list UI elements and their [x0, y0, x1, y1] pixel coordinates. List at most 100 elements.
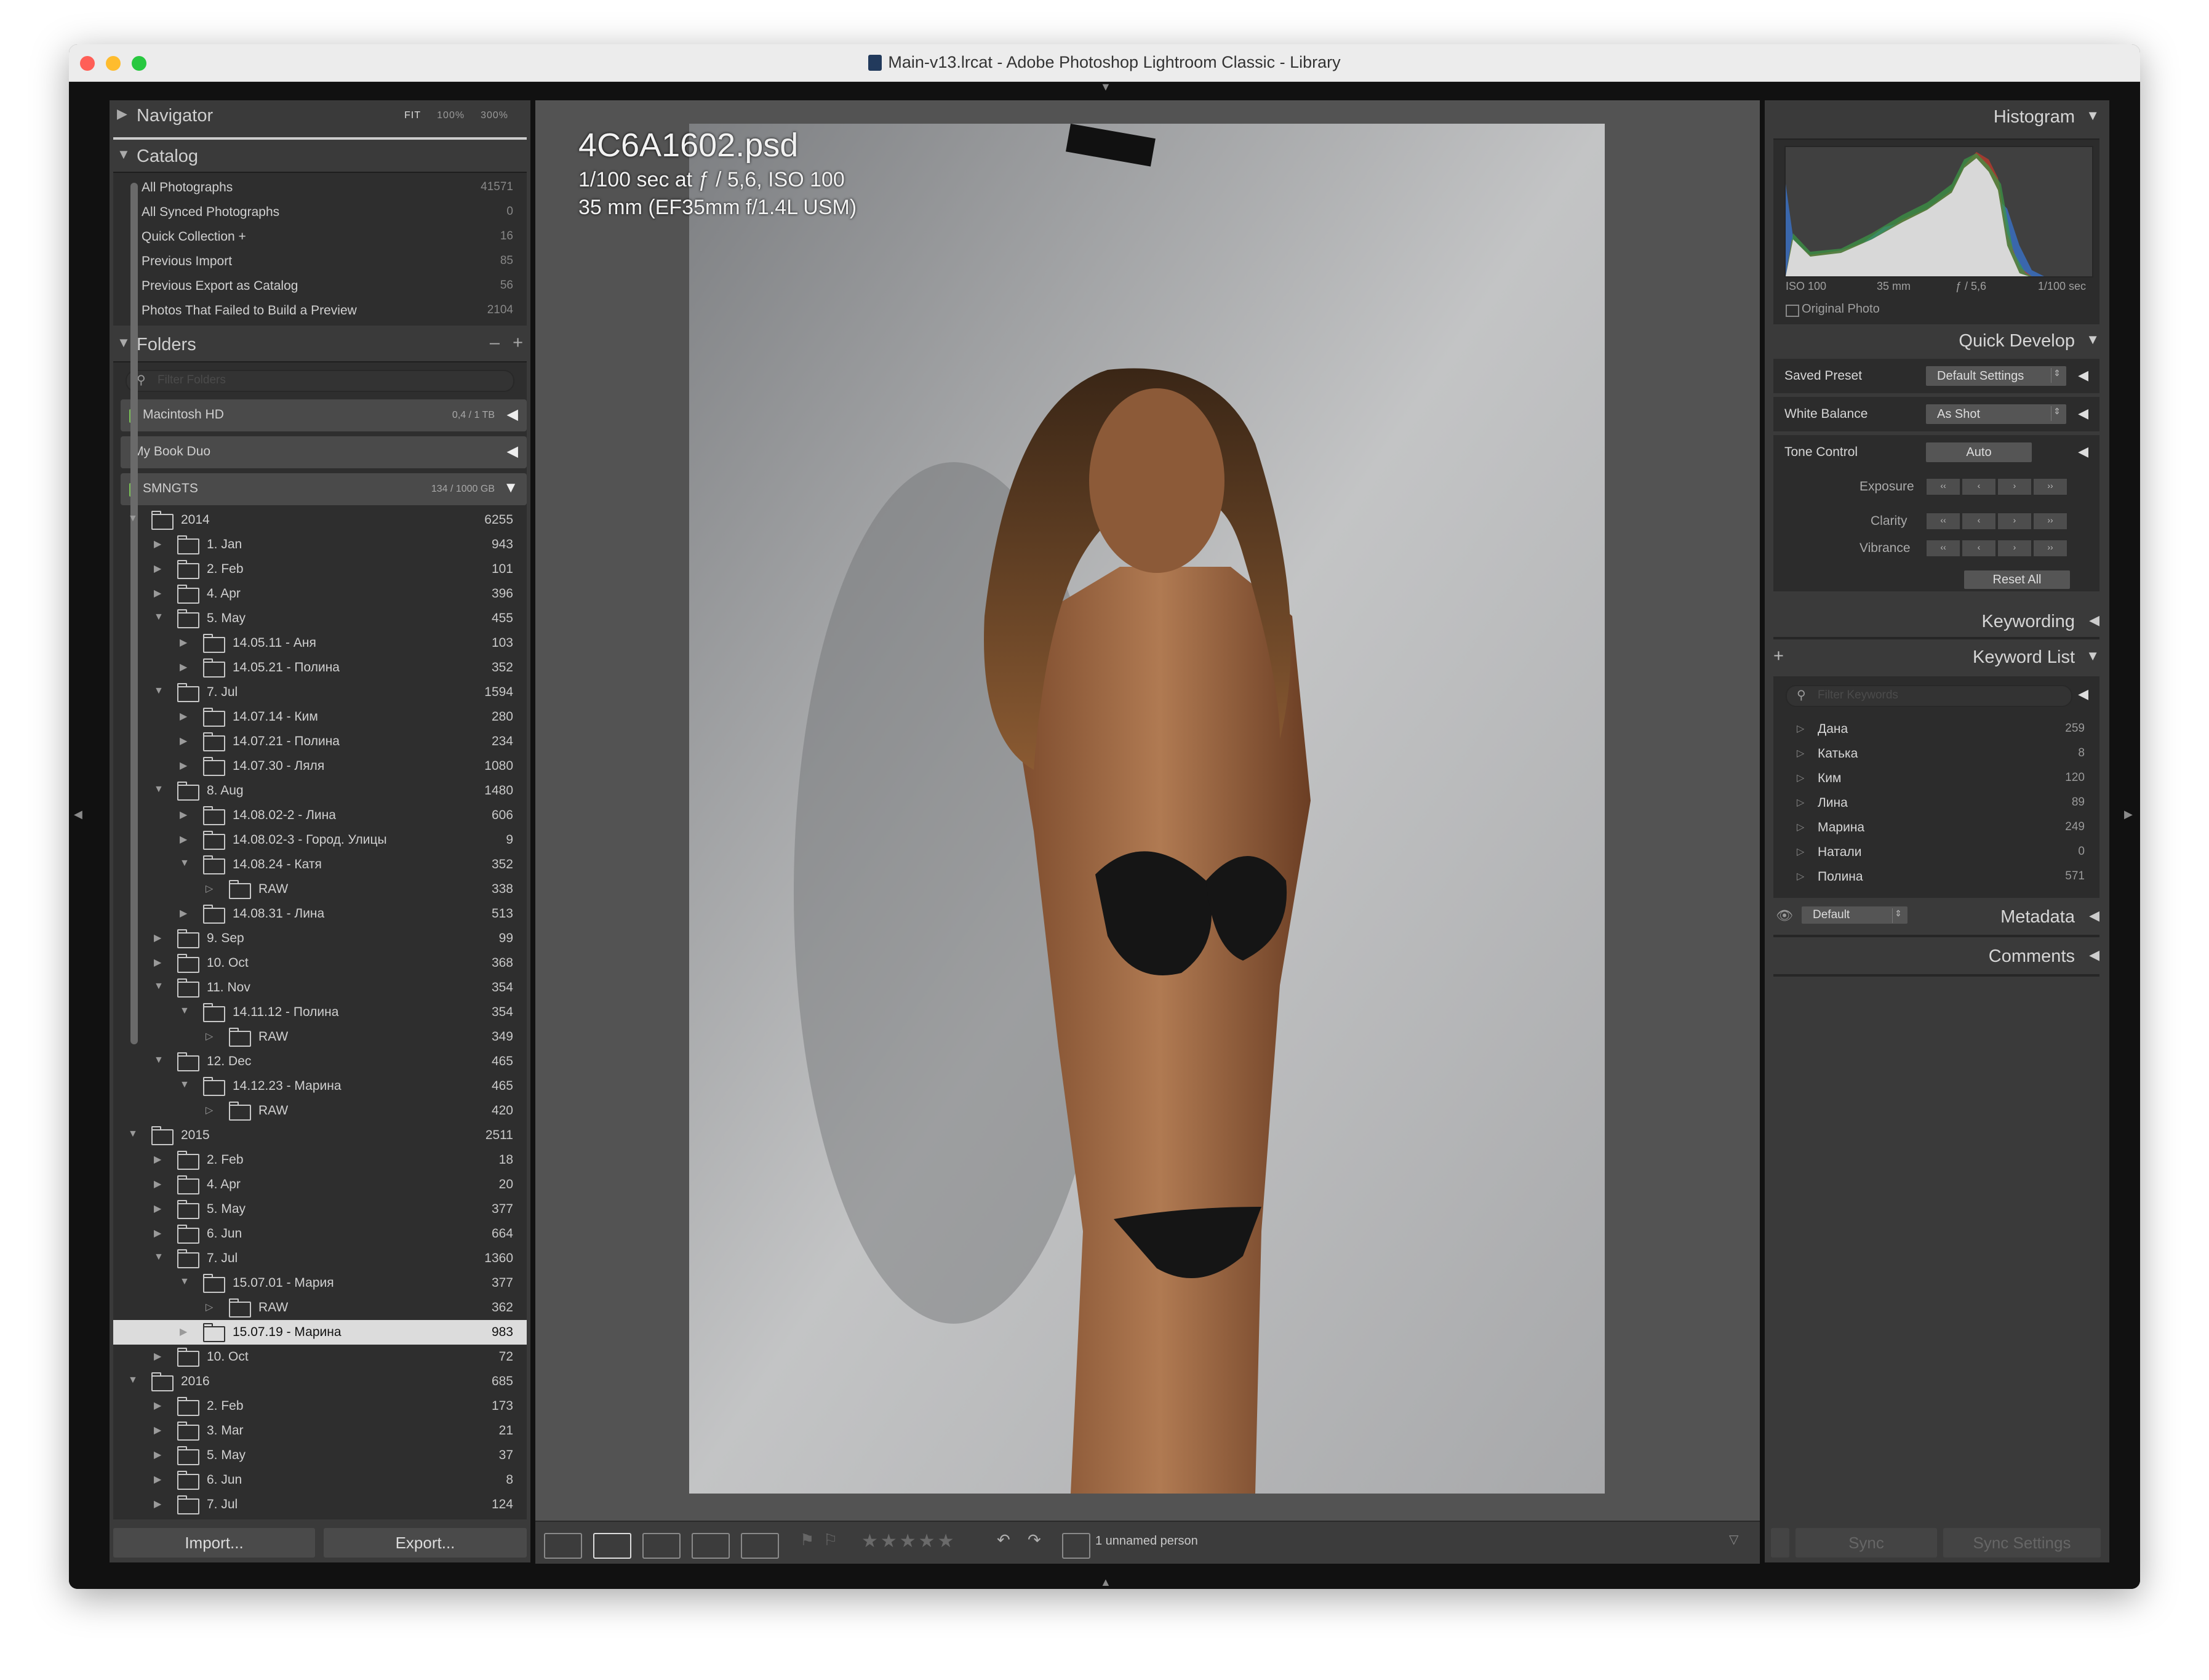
- sync-button[interactable]: Sync: [1796, 1528, 1937, 1558]
- folder-row[interactable]: ▶ 4. Apr 20: [113, 1172, 527, 1197]
- original-photo-checkbox[interactable]: [1786, 305, 1799, 317]
- collapse-triangle-icon[interactable]: ▶: [154, 1424, 161, 1436]
- expand-triangle-icon[interactable]: ▼: [154, 612, 164, 623]
- folder-row[interactable]: ▼ 15.07.01 - Мария 377: [113, 1271, 527, 1295]
- catalog-header[interactable]: ▼ Catalog: [110, 141, 530, 172]
- metadata-preset-select[interactable]: Default ⇕: [1802, 906, 1907, 924]
- eye-icon[interactable]: 👁: [1776, 908, 1793, 924]
- collapse-triangle-icon[interactable]: ▷: [206, 1104, 213, 1116]
- export-button[interactable]: Export...: [324, 1528, 527, 1558]
- collapse-triangle-icon[interactable]: ▷: [206, 882, 213, 895]
- folder-row[interactable]: ▼ 14.12.23 - Марина 465: [113, 1074, 527, 1098]
- quick-develop-header[interactable]: Quick Develop ▼: [1765, 324, 2109, 358]
- navigator-zoom-options[interactable]: FIT 100% 300%: [404, 110, 524, 121]
- folder-row[interactable]: ▶ 2. Feb 18: [113, 1148, 527, 1172]
- expand-triangle-icon[interactable]: ▼: [180, 1276, 190, 1287]
- folder-row[interactable]: ▶ 14.05.11 - Аня 103: [113, 631, 527, 655]
- collapse-triangle-icon[interactable]: ◀: [2078, 444, 2088, 460]
- folder-row[interactable]: ▶ 2. Feb 173: [113, 1394, 527, 1418]
- keyword-item[interactable]: ▷ Ким 120: [1773, 766, 2099, 791]
- clarity-stepper[interactable]: ‹‹ ‹ › ››: [1926, 513, 2069, 530]
- collapse-triangle-icon[interactable]: ▶: [154, 1227, 161, 1239]
- navigator-header[interactable]: ▶ Navigator FIT 100% 300%: [110, 100, 530, 131]
- collapse-triangle-icon[interactable]: ▷: [1797, 846, 1804, 858]
- collapse-triangle-icon[interactable]: ◀: [2078, 367, 2088, 383]
- collapse-triangle-icon[interactable]: ▶: [154, 1202, 161, 1215]
- collapse-triangle-icon[interactable]: ▶: [154, 562, 161, 575]
- expand-triangle-icon[interactable]: ▼: [180, 1006, 190, 1017]
- catalog-item[interactable]: All Photographs 41571: [113, 175, 527, 200]
- remove-folder-button[interactable]: –: [490, 333, 500, 353]
- add-keyword-button[interactable]: +: [1773, 646, 1784, 666]
- folder-row[interactable]: ▶ 10. Oct 72: [113, 1345, 527, 1369]
- import-button[interactable]: Import...: [113, 1528, 315, 1558]
- collapse-triangle-icon[interactable]: ▷: [1797, 722, 1804, 735]
- rotate-right-icon[interactable]: ↷: [1028, 1530, 1041, 1550]
- folder-row[interactable]: ▼ 2014 6255: [113, 508, 527, 532]
- keyword-item[interactable]: ▷ Натали 0: [1773, 840, 2099, 865]
- folder-row[interactable]: ▼ 5. May 455: [113, 606, 527, 631]
- rotate-left-icon[interactable]: ↶: [997, 1530, 1010, 1550]
- collapse-triangle-icon[interactable]: ▶: [154, 1178, 161, 1190]
- folder-row[interactable]: ▼ 14.08.24 - Катя 352: [113, 852, 527, 877]
- folder-row[interactable]: ▷ RAW 420: [113, 1098, 527, 1123]
- expand-triangle-icon[interactable]: ▼: [154, 1252, 164, 1263]
- folder-row[interactable]: ▼ 7. Jul 1594: [113, 680, 527, 705]
- folder-row[interactable]: ▼ 11. Nov 354: [113, 975, 527, 1000]
- collapse-triangle-icon[interactable]: ▶: [154, 956, 161, 969]
- collapse-triangle-icon[interactable]: ▶: [154, 1498, 161, 1510]
- expand-triangle-icon[interactable]: ▼: [180, 858, 190, 869]
- collapse-triangle-icon[interactable]: ▶: [154, 1399, 161, 1412]
- folder-row[interactable]: ▼ 14.11.12 - Полина 354: [113, 1000, 527, 1025]
- folder-row[interactable]: ▶ 9. Sep 99: [113, 926, 527, 951]
- collapse-triangle-icon[interactable]: ▶: [180, 809, 187, 821]
- collapse-triangle-icon[interactable]: ▶: [180, 661, 187, 673]
- main-photo[interactable]: [689, 124, 1605, 1494]
- expand-triangle-icon[interactable]: ▼: [154, 686, 164, 697]
- left-panel-toggle-icon[interactable]: ◀: [74, 808, 82, 821]
- expand-triangle-icon[interactable]: ▼: [128, 513, 138, 524]
- catalog-item[interactable]: Previous Export as Catalog 56: [113, 274, 527, 298]
- folder-row[interactable]: ▶ 14.07.14 - Ким 280: [113, 705, 527, 729]
- collapse-triangle-icon[interactable]: ▷: [1797, 747, 1804, 759]
- folder-row[interactable]: ▶ 15.07.19 - Марина 983: [113, 1320, 527, 1345]
- collapse-triangle-icon[interactable]: ▷: [206, 1030, 213, 1042]
- expand-triangle-icon[interactable]: ▼: [154, 784, 164, 795]
- collapse-triangle-icon[interactable]: ▶: [180, 710, 187, 722]
- bottom-panel-toggle-icon[interactable]: ▲: [1100, 1576, 1111, 1589]
- white-balance-select[interactable]: As Shot ⇕: [1926, 404, 2066, 424]
- collapse-triangle-icon[interactable]: ▷: [1797, 821, 1804, 833]
- keyword-item[interactable]: ▷ Полина 571: [1773, 865, 2099, 889]
- people-view-icon[interactable]: [741, 1533, 779, 1559]
- collapse-triangle-icon[interactable]: ▶: [154, 587, 161, 599]
- folder-filter-input[interactable]: ⚲ Filter Folders: [126, 370, 514, 392]
- folder-row[interactable]: ▶ 2. Feb 101: [113, 557, 527, 582]
- catalog-item[interactable]: Quick Collection +16: [113, 225, 527, 249]
- folder-row[interactable]: ▶ 1. Jan 943: [113, 532, 527, 557]
- collapse-triangle-icon[interactable]: ▶: [180, 1326, 187, 1338]
- collapse-triangle-icon[interactable]: ▶: [180, 907, 187, 919]
- folder-row[interactable]: ▼ 12. Dec 465: [113, 1049, 527, 1074]
- collapse-triangle-icon[interactable]: ▷: [1797, 772, 1804, 784]
- histogram-header[interactable]: Histogram ▼: [1765, 100, 2109, 134]
- keyword-filter-input[interactable]: ⚲ Filter Keywords: [1786, 685, 2072, 707]
- expand-triangle-icon[interactable]: ▼: [128, 1129, 138, 1140]
- collapse-triangle-icon[interactable]: ▶: [180, 759, 187, 772]
- folder-row[interactable]: ▶ 3. Mar 21: [113, 1418, 527, 1443]
- keyword-item[interactable]: ▷ Лина 89: [1773, 791, 2099, 815]
- collapse-triangle-icon[interactable]: ◀: [2078, 686, 2088, 702]
- collapse-triangle-icon[interactable]: ▶: [154, 538, 161, 550]
- keyword-item[interactable]: ▷ Марина 249: [1773, 815, 2099, 840]
- toolbar-options-icon[interactable]: ▽: [1729, 1532, 1738, 1547]
- expand-triangle-icon[interactable]: ▼: [154, 981, 164, 992]
- expand-triangle-icon[interactable]: ▼: [180, 1079, 190, 1090]
- keyword-list-header[interactable]: + Keyword List ▼: [1765, 641, 2109, 674]
- collapse-triangle-icon[interactable]: ◀: [2078, 406, 2088, 422]
- folder-row[interactable]: ▷ RAW 338: [113, 877, 527, 902]
- face-region-icon[interactable]: [1062, 1533, 1090, 1559]
- folder-row[interactable]: ▼ 2015 2511: [113, 1123, 527, 1148]
- reset-all-button[interactable]: Reset All: [1964, 570, 2070, 589]
- right-panel-toggle-icon[interactable]: ▶: [2124, 808, 2133, 821]
- folder-row[interactable]: ▶ 14.08.02-3 - Город. Улицы 9: [113, 828, 527, 852]
- volume-smngts[interactable]: SMNGTS 134 / 1000 GB ▼: [121, 473, 527, 505]
